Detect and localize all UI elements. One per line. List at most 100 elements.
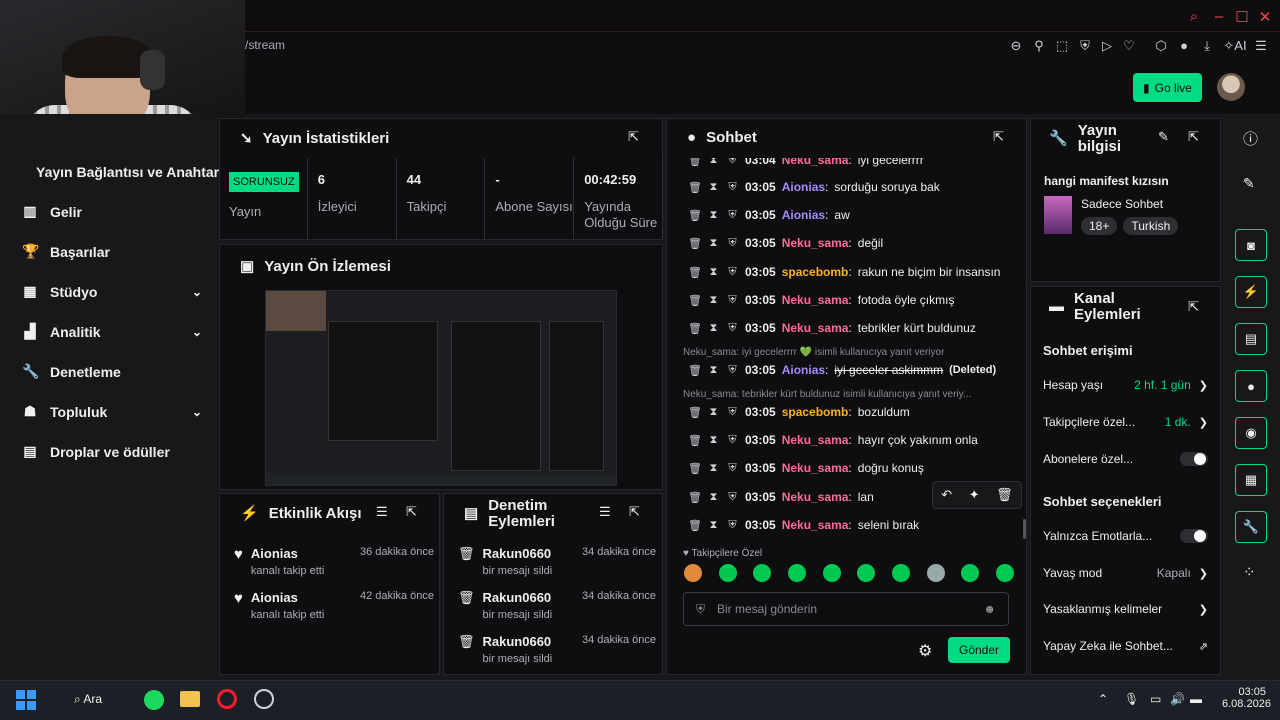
maximize-icon[interactable]: ☐ bbox=[1233, 8, 1251, 26]
rail-button[interactable]: 🔧 bbox=[1235, 511, 1267, 543]
rail-button[interactable]: ▦ bbox=[1235, 464, 1267, 496]
pencil-icon[interactable]: ✎ bbox=[1158, 129, 1169, 145]
shield-icon[interactable]: ⛨ bbox=[726, 519, 739, 532]
menu-icon[interactable]: ☰ bbox=[1253, 38, 1269, 54]
subs-only-toggle[interactable] bbox=[1180, 452, 1208, 466]
message-user[interactable]: Neku_sama bbox=[782, 518, 849, 532]
shield-icon[interactable]: ⛨ bbox=[726, 406, 739, 419]
shield-icon[interactable]: ⛨ bbox=[1077, 38, 1093, 54]
profile-icon[interactable]: ● bbox=[1176, 38, 1192, 54]
rail-button[interactable]: ◙ bbox=[1235, 229, 1267, 261]
shield-icon[interactable]: ⛨ bbox=[726, 237, 739, 250]
info-icon[interactable]: ⓘ bbox=[1243, 128, 1258, 149]
trash-icon[interactable]: 🗑 bbox=[688, 181, 702, 194]
list-item[interactable]: 🗑 Rakun0660 bir mesajı sildi 34 dakika önce bbox=[458, 590, 656, 621]
go-live-button[interactable]: ▮ Go live bbox=[1133, 73, 1202, 102]
pin-icon[interactable]: ✦ bbox=[969, 487, 980, 503]
emotes-only-toggle[interactable] bbox=[1180, 529, 1208, 543]
chat-message[interactable]: 🗑 ⧗ ⛨ 03:05 Neku_sama: seleni bırak bbox=[688, 518, 919, 532]
minimize-icon[interactable]: – bbox=[1210, 8, 1228, 25]
mic-icon[interactable]: 🎙 bbox=[1124, 692, 1139, 706]
emoji-icon[interactable]: ☻ bbox=[983, 602, 996, 616]
rail-button[interactable]: ● bbox=[1235, 370, 1267, 402]
close-icon[interactable]: ✕ bbox=[1256, 8, 1274, 26]
chat-message[interactable]: 🗑 ⧗ ⛨ 03:05 Neku_sama: doğru konuş bbox=[688, 461, 924, 475]
send-button[interactable]: Gönder bbox=[948, 637, 1010, 663]
popout-icon[interactable]: ⇱ bbox=[629, 504, 640, 520]
filter-icon[interactable]: ☰ bbox=[376, 504, 388, 520]
timeout-icon[interactable]: ⧗ bbox=[707, 462, 720, 475]
play-icon[interactable]: ▷ bbox=[1099, 38, 1115, 54]
chat-message[interactable]: 🗑 ⧗ ⛨ 03:05 spacebomb: bozuldum bbox=[688, 405, 910, 419]
sidebar-item-stream-key[interactable]: Yayın Bağlantısı ve Anahtarı bbox=[36, 164, 223, 180]
trash-icon[interactable]: 🗑 bbox=[688, 266, 702, 279]
list-item[interactable]: 🗑 Rakun0660 bir mesajı sildi 34 dakika önce bbox=[458, 546, 656, 577]
spotify-icon[interactable] bbox=[144, 690, 164, 710]
emote-icon[interactable] bbox=[995, 564, 1014, 582]
trash-icon[interactable]: 🗑 bbox=[688, 406, 702, 419]
shield-icon[interactable]: ⛨ bbox=[726, 181, 739, 194]
stream-preview[interactable] bbox=[265, 290, 617, 486]
address-bar[interactable]: /stream bbox=[245, 38, 285, 52]
popout-icon[interactable]: ⇱ bbox=[993, 129, 1004, 145]
ai-button[interactable]: ✧AI bbox=[1222, 38, 1248, 54]
search-icon[interactable]: ⌕ bbox=[1185, 8, 1203, 25]
message-user[interactable]: Neku_sama bbox=[782, 461, 849, 475]
emote-icon[interactable] bbox=[753, 564, 772, 582]
extensions-icon[interactable]: ⬡ bbox=[1153, 38, 1169, 54]
popout-icon[interactable]: ⇱ bbox=[1188, 299, 1199, 315]
trash-icon[interactable]: 🗑 bbox=[688, 294, 702, 307]
timeout-icon[interactable]: ⧗ bbox=[707, 181, 720, 194]
obs-icon[interactable] bbox=[254, 689, 274, 709]
shield-icon[interactable]: ⛨ bbox=[726, 294, 739, 307]
timeout-icon[interactable]: ⧗ bbox=[707, 364, 720, 377]
chat-input[interactable]: ⛨ Bir mesaj gönderin ☻ bbox=[683, 592, 1009, 626]
shield-icon[interactable]: ⛨ bbox=[726, 364, 739, 377]
timeout-icon[interactable]: ⧗ bbox=[707, 294, 720, 307]
trash-icon[interactable]: 🗑 bbox=[688, 364, 702, 377]
folder-icon[interactable] bbox=[180, 691, 200, 707]
shield-icon[interactable]: ⛨ bbox=[726, 491, 739, 504]
trash-icon[interactable]: 🗑 bbox=[996, 487, 1013, 503]
tag[interactable]: Turkish bbox=[1123, 217, 1179, 235]
taskbar-search[interactable]: ⌕ Ara bbox=[74, 692, 102, 707]
tag[interactable]: 18+ bbox=[1081, 217, 1118, 235]
sidebar-item[interactable]: 🏆 Başarılar bbox=[22, 243, 202, 260]
trash-icon[interactable]: 🗑 bbox=[688, 209, 702, 222]
network-icon[interactable]: ▭ bbox=[1150, 692, 1161, 706]
emote-icon[interactable] bbox=[961, 564, 980, 582]
timeout-icon[interactable]: ⧗ bbox=[707, 434, 720, 447]
list-item[interactable]: ♥ Aionias kanalı takip etti 36 dakika önce bbox=[234, 546, 434, 577]
sidebar-item[interactable]: ▦ Stüdyo ⌄ bbox=[22, 283, 202, 300]
message-user[interactable]: Neku_sama bbox=[782, 433, 849, 447]
chat-message[interactable]: 🗑 ⧗ ⛨ 03:05 Aionias: iyi geceler askimmm (Dele… bbox=[688, 363, 996, 377]
account-age-row[interactable]: Hesap yaşı 2 hf. 1 gün ❯ bbox=[1043, 378, 1208, 392]
trash-icon[interactable]: 🗑 bbox=[688, 322, 702, 335]
emote-icon[interactable] bbox=[787, 564, 806, 582]
timeout-icon[interactable]: ⧗ bbox=[707, 209, 720, 222]
shield-icon[interactable]: ⛨ bbox=[726, 462, 739, 475]
shield-icon[interactable]: ⛨ bbox=[726, 266, 739, 279]
timeout-icon[interactable]: ⧗ bbox=[707, 322, 720, 335]
chat-message[interactable]: 🗑 ⧗ ⛨ 03:05 Neku_sama: değil bbox=[688, 236, 883, 250]
chat-message[interactable]: 🗑 ⧗ ⛨ 03:05 Neku_sama: tebrikler kürt buldunu… bbox=[688, 321, 976, 335]
followers-only-row[interactable]: Takipçilere özel... 1 dk. ❯ bbox=[1043, 415, 1208, 429]
chat-message[interactable]: 🗑 ⧗ ⛨ 03:05 Aionias: aw bbox=[688, 208, 850, 222]
message-user[interactable]: spacebomb bbox=[782, 265, 849, 279]
gear-icon[interactable]: ⚙ bbox=[918, 641, 932, 661]
message-user[interactable]: Aionias bbox=[782, 363, 825, 377]
battery-icon[interactable]: ▬ bbox=[1190, 692, 1202, 706]
sidebar-item[interactable]: ▤ Droplar ve ödüller bbox=[22, 443, 202, 460]
chat-message[interactable]: 🗑 ⧗ ⛨ 03:05 Aionias: sorduğu soruya bak bbox=[688, 180, 940, 194]
message-user[interactable]: Aionias bbox=[782, 180, 825, 194]
chat-message[interactable]: 🗑 ⧗ ⛨ 03:05 Neku_sama: lan bbox=[688, 490, 874, 504]
trash-icon[interactable]: 🗑 bbox=[688, 462, 702, 475]
sidebar-item[interactable]: 🔧 Denetleme bbox=[22, 363, 202, 380]
download-icon[interactable]: ⤓ bbox=[1199, 38, 1215, 54]
volume-icon[interactable]: 🔊 bbox=[1170, 692, 1185, 706]
timeout-icon[interactable]: ⧗ bbox=[707, 237, 720, 250]
popout-icon[interactable]: ⇱ bbox=[406, 504, 417, 520]
shield-icon[interactable]: ⛨ bbox=[726, 434, 739, 447]
message-user[interactable]: Neku_sama bbox=[782, 490, 849, 504]
trash-icon[interactable]: 🗑 bbox=[688, 237, 702, 250]
